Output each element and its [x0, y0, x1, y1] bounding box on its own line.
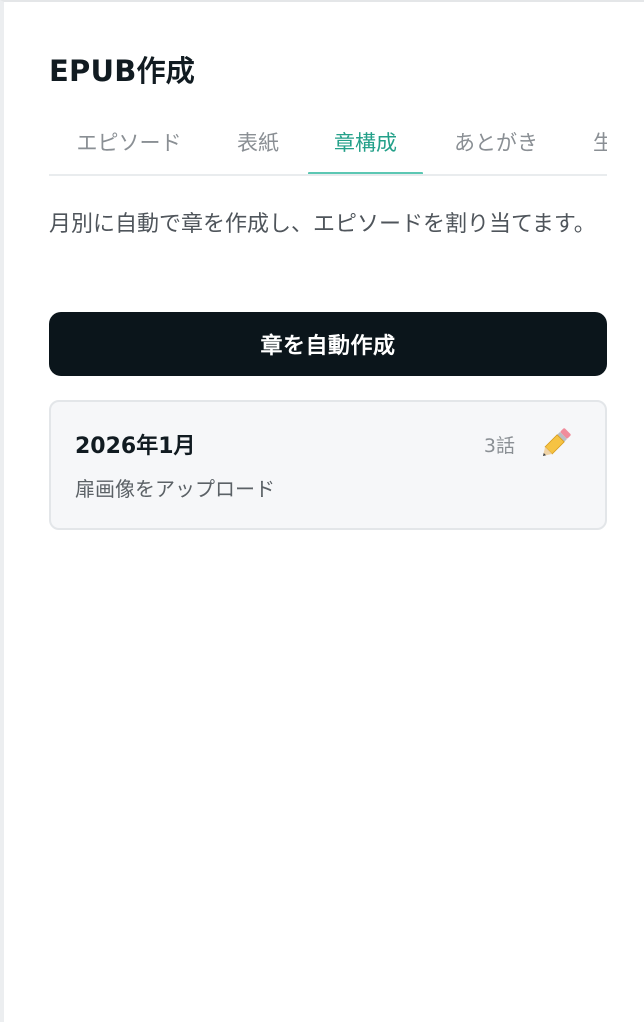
- episode-count: 3話: [483, 435, 515, 457]
- tab-cover[interactable]: 表紙: [235, 120, 281, 174]
- pencil-icon[interactable]: [535, 424, 575, 464]
- chapter-card: 2026年1月 3話 扉画像をアップロード: [49, 400, 607, 530]
- tab-generate[interactable]: 生成: [590, 120, 607, 174]
- tab-bar: エピソード 表紙 章構成 あとがき 生成: [49, 120, 607, 176]
- tab-afterword[interactable]: あとがき: [450, 120, 542, 174]
- chapter-description: 月別に自動で章を作成し、エピソードを割り当てます。: [49, 212, 596, 237]
- chapter-title: 2026年1月: [75, 434, 196, 459]
- page-title: EPUB作成: [49, 54, 195, 88]
- tab-chapters[interactable]: 章構成: [308, 120, 423, 174]
- app-window: EPUB作成 エピソード 表紙 章構成 あとがき 生成 月別に自動で章を作成し、…: [0, 0, 644, 1022]
- auto-create-chapters-button[interactable]: 章を自動作成: [49, 312, 607, 376]
- tab-episodes[interactable]: エピソード: [73, 120, 185, 174]
- upload-cover-image-link[interactable]: 扉画像をアップロード: [75, 473, 275, 502]
